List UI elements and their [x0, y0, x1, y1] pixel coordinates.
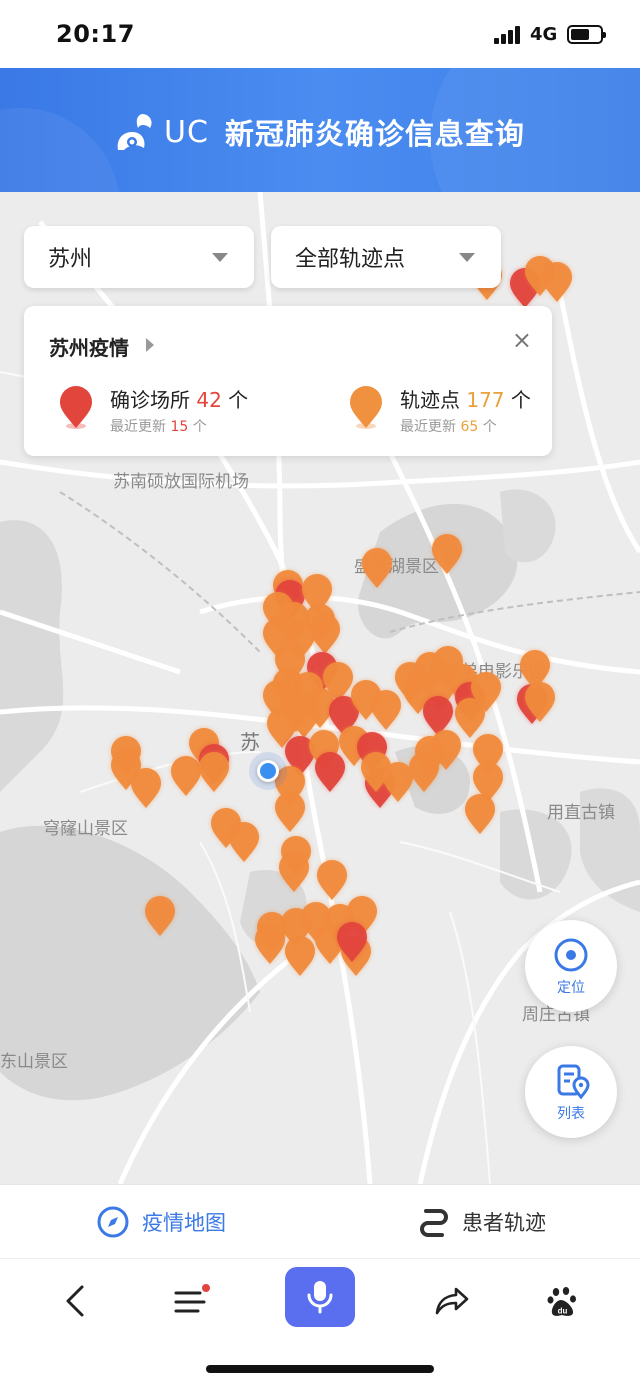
track-marker[interactable]	[362, 548, 392, 588]
menu-button[interactable]	[162, 1273, 218, 1329]
baidu-button[interactable]: du	[535, 1273, 591, 1329]
update-unit: 个	[192, 419, 207, 435]
tab-bar: 疫情地图 患者轨迹	[0, 1184, 640, 1258]
chevron-down-icon	[212, 253, 228, 262]
baidu-paw-icon: du	[547, 1287, 576, 1316]
track-marker[interactable]	[432, 534, 462, 574]
track-marker[interactable]	[279, 852, 309, 892]
chevron-down-icon	[459, 253, 475, 262]
track-update-count: 65	[460, 419, 479, 435]
city-select-value: 苏州	[48, 247, 93, 272]
tab-patient-track[interactable]: 患者轨迹	[418, 1185, 546, 1259]
track-marker[interactable]	[371, 690, 401, 730]
app-header: UC 新冠肺炎确诊信息查询	[0, 68, 640, 192]
share-icon	[435, 1287, 469, 1315]
tab-epidemic-map[interactable]: 疫情地图	[96, 1185, 226, 1259]
card-title[interactable]: 苏州疫情	[49, 332, 129, 361]
confirmed-marker[interactable]	[423, 696, 453, 736]
close-icon[interactable]: ×	[512, 328, 532, 352]
share-button[interactable]	[424, 1273, 480, 1329]
mic-icon	[307, 1281, 333, 1314]
back-icon	[66, 1285, 84, 1317]
epidemic-info-card: 苏州疫情 × 确诊场所 42 个 最近更新 15 个 轨迹点 177 个 最近更…	[24, 306, 552, 456]
signal-icon	[494, 26, 524, 44]
tab-patient-track-label: 患者轨迹	[462, 1211, 546, 1235]
tab-epidemic-map-label: 疫情地图	[142, 1211, 226, 1235]
list-button[interactable]: 列表	[525, 1046, 617, 1138]
compass-icon	[97, 1206, 129, 1238]
track-marker[interactable]	[455, 698, 485, 738]
route-icon	[420, 1209, 448, 1237]
track-marker[interactable]	[199, 752, 229, 792]
confirmed-main: 确诊场所 42 个	[110, 384, 248, 413]
page-title: 新冠肺炎确诊信息查询	[224, 117, 525, 151]
track-marker[interactable]	[542, 262, 572, 302]
orange-pin-icon	[350, 386, 382, 429]
track-unit: 个	[510, 388, 531, 412]
uc-squirrel-logo	[117, 114, 152, 150]
locate-icon	[554, 938, 588, 972]
track-main: 轨迹点 177 个	[400, 384, 531, 413]
confirmed-label: 确诊场所	[110, 388, 190, 412]
update-prefix: 最近更新	[400, 419, 456, 435]
red-pin-icon	[60, 386, 92, 429]
track-marker[interactable]	[285, 936, 315, 976]
track-marker[interactable]	[409, 752, 439, 792]
arrow-right-icon[interactable]	[146, 338, 154, 352]
menu-icon	[174, 1284, 210, 1313]
city-select[interactable]: 苏州	[24, 226, 254, 288]
track-marker[interactable]	[145, 896, 175, 936]
confirmed-marker[interactable]	[315, 752, 345, 792]
track-count: 177	[466, 388, 505, 412]
current-location-dot	[249, 752, 287, 790]
track-marker[interactable]	[229, 822, 259, 862]
locate-button[interactable]: 定位	[525, 920, 617, 1012]
svg-text:du: du	[558, 1307, 568, 1316]
voice-search-button[interactable]	[285, 1267, 355, 1327]
track-label: 轨迹点	[400, 388, 460, 412]
confirmed-update: 最近更新 15 个	[110, 416, 207, 436]
track-marker[interactable]	[131, 768, 161, 808]
track-marker[interactable]	[317, 860, 347, 900]
confirmed-count: 42	[196, 388, 222, 412]
status-time: 20:17	[56, 20, 135, 48]
track-marker[interactable]	[465, 794, 495, 834]
track-marker[interactable]	[171, 756, 201, 796]
track-marker[interactable]	[275, 792, 305, 832]
confirmed-unit: 个	[228, 388, 249, 412]
track-update: 最近更新 65 个	[400, 416, 497, 436]
track-marker[interactable]	[255, 924, 285, 964]
network-label: 4G	[530, 24, 558, 45]
list-label: 列表	[557, 1106, 585, 1122]
list-location-icon	[557, 1064, 590, 1100]
header-brand: UC 新冠肺炎确诊信息查询	[112, 104, 525, 160]
battery-icon	[567, 25, 606, 44]
back-button[interactable]	[48, 1273, 104, 1329]
status-bar: 20:17 4G	[0, 0, 640, 68]
update-unit: 个	[482, 419, 497, 435]
update-prefix: 最近更新	[110, 419, 166, 435]
brand-text: UC	[164, 114, 209, 150]
track-type-select[interactable]: 全部轨迹点	[271, 226, 501, 288]
home-indicator	[206, 1365, 434, 1373]
locate-label: 定位	[557, 980, 585, 996]
track-type-select-value: 全部轨迹点	[295, 247, 406, 272]
track-marker[interactable]	[310, 614, 340, 654]
confirmed-update-count: 15	[170, 419, 189, 435]
